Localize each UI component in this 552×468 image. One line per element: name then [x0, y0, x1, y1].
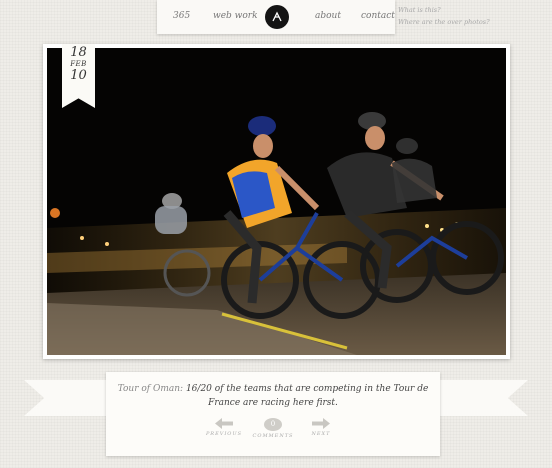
- side-link-what-is-this[interactable]: What is this?: [398, 4, 490, 16]
- photo-frame: [43, 44, 510, 359]
- nav-link-contact[interactable]: contact: [361, 11, 395, 21]
- cycling-photo: [47, 48, 506, 355]
- photo-caption: Tour of Oman: 16/20 of the teams that ar…: [116, 382, 430, 410]
- caption-card: Tour of Oman: 16/20 of the teams that ar…: [106, 372, 440, 456]
- date-tag: 18 FEB 10: [62, 44, 95, 108]
- caption-body: 16/20 of the teams that are competing in…: [183, 384, 429, 408]
- date-year: 10: [70, 68, 87, 83]
- date-day: 18: [70, 45, 87, 60]
- side-links: What is this? Where are the over photos?: [398, 4, 490, 28]
- top-nav: 365 web work about contact: [157, 0, 395, 34]
- logo-icon[interactable]: [265, 5, 289, 29]
- arrow-right-icon: [312, 418, 330, 429]
- caption-link[interactable]: Tour of Oman:: [118, 384, 183, 394]
- nav-link-web-work[interactable]: web work: [213, 11, 258, 21]
- nav-link-365[interactable]: 365: [173, 11, 190, 21]
- nav-link-about[interactable]: about: [315, 11, 341, 21]
- arrow-left-icon: [215, 418, 233, 429]
- comment-bubble-icon: 0: [264, 418, 282, 431]
- next-label: NEXT: [311, 431, 331, 437]
- next-button[interactable]: NEXT: [291, 418, 351, 437]
- cycling-photo-art: [47, 48, 506, 355]
- side-link-where-photos[interactable]: Where are the over photos?: [398, 16, 490, 28]
